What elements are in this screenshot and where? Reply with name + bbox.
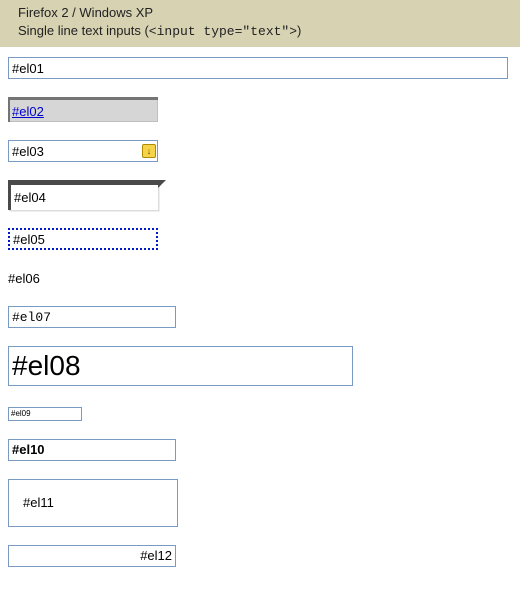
demo-stage: ↓ [0, 47, 520, 605]
text-input-el01[interactable] [8, 57, 508, 79]
header-subtitle-suffix: ) [297, 23, 301, 38]
text-input-el02-frame [8, 97, 158, 122]
header-subtitle-prefix: Single line text inputs ( [18, 23, 149, 38]
header-subtitle-code: <input type="text"> [149, 24, 297, 39]
text-input-el09[interactable] [8, 407, 82, 421]
text-input-el07[interactable] [8, 306, 176, 328]
text-input-el06[interactable] [8, 268, 158, 288]
text-input-el03-wrap: ↓ [8, 140, 158, 162]
header-subtitle: Single line text inputs (<input type="te… [18, 22, 512, 41]
text-input-el04-frame [8, 180, 158, 210]
text-input-el11[interactable] [8, 479, 178, 527]
text-input-el08[interactable] [8, 346, 353, 386]
text-input-el05[interactable] [8, 228, 158, 250]
text-input-el10[interactable] [8, 439, 176, 461]
header-bar: Firefox 2 / Windows XP Single line text … [0, 0, 520, 47]
header-browser-os: Firefox 2 / Windows XP [18, 4, 512, 22]
text-input-el03[interactable] [8, 140, 158, 162]
text-input-el12[interactable] [8, 545, 176, 567]
text-input-el02[interactable] [10, 100, 158, 122]
text-input-el04[interactable] [11, 185, 158, 210]
autofill-icon[interactable]: ↓ [142, 144, 156, 158]
